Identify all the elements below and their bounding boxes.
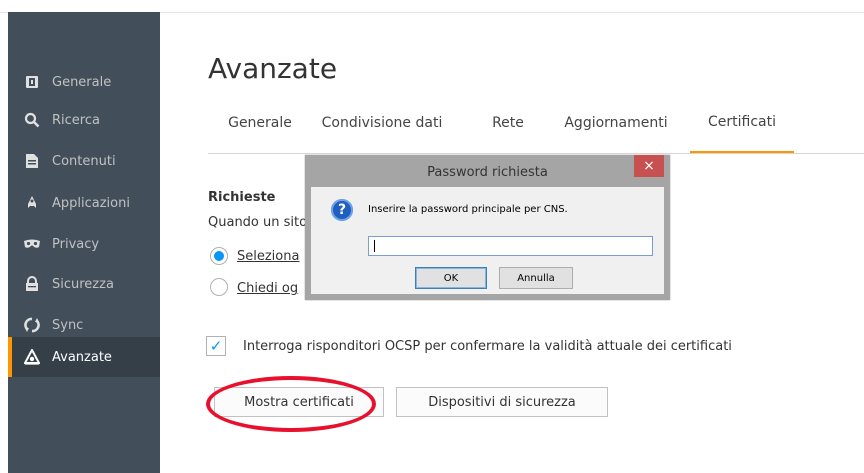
- sidebar-item-advanced[interactable]: Avanzate: [8, 337, 160, 377]
- text-caret: [374, 240, 375, 252]
- tab-divider: [208, 153, 864, 154]
- tab-label: Rete: [492, 115, 524, 131]
- security-devices-button[interactable]: Dispositivi di sicurezza: [396, 387, 608, 417]
- general-icon: [24, 74, 40, 90]
- tab-label: Condivisione dati: [321, 115, 443, 131]
- button-label: Mostra certificati: [244, 394, 354, 410]
- sync-icon: [24, 317, 40, 333]
- dialog-message: Inserire la password principale per CNS.: [368, 204, 568, 215]
- checkmark-icon: ✓: [209, 337, 223, 355]
- requests-description: Quando un sito: [208, 215, 308, 230]
- applications-icon: [24, 195, 40, 211]
- sidebar-item-label: Generale: [52, 74, 112, 90]
- tab-updates[interactable]: Aggiornamenti: [558, 92, 674, 154]
- radio-label[interactable]: Chiedi og: [237, 281, 298, 296]
- sidebar-item-content[interactable]: Contenuti: [8, 141, 160, 181]
- radio-ask-every-time[interactable]: [210, 278, 228, 296]
- sidebar-item-label: Applicazioni: [52, 195, 130, 211]
- radio-select-automatically[interactable]: [210, 247, 228, 265]
- dialog-title: Password richiesta: [427, 165, 548, 180]
- lock-icon: [24, 276, 40, 292]
- ocsp-checkbox[interactable]: ✓: [206, 336, 226, 356]
- sidebar-item-applications[interactable]: Applicazioni: [8, 183, 160, 223]
- privacy-mask-icon: [24, 236, 40, 252]
- sidebar-item-general[interactable]: Generale: [8, 62, 160, 102]
- dialog-body: ? Inserire la password principale per CN…: [311, 187, 664, 294]
- advanced-icon: [24, 349, 40, 365]
- question-icon: ?: [331, 199, 353, 221]
- ok-button[interactable]: OK: [415, 267, 487, 289]
- content-icon: [24, 153, 40, 169]
- dialog-close-button[interactable]: ×: [634, 155, 664, 177]
- button-label: Annulla: [517, 272, 555, 284]
- sidebar-item-search[interactable]: Ricerca: [8, 100, 160, 140]
- radio-label[interactable]: Seleziona: [237, 249, 299, 264]
- sidebar-item-security[interactable]: Sicurezza: [8, 264, 160, 304]
- tab-general[interactable]: Generale: [220, 92, 300, 154]
- tab-label: Aggiornamenti: [564, 115, 668, 131]
- cancel-button[interactable]: Annulla: [499, 267, 573, 289]
- sidebar-item-label: Ricerca: [52, 112, 100, 128]
- sidebar-item-label: Avanzate: [52, 349, 112, 365]
- show-certificates-button[interactable]: Mostra certificati: [214, 387, 384, 417]
- close-icon: ×: [643, 158, 655, 174]
- sidebar-item-privacy[interactable]: Privacy: [8, 224, 160, 264]
- tab-label: Generale: [228, 115, 292, 131]
- sidebar-item-label: Contenuti: [52, 153, 116, 169]
- requests-heading: Richieste: [208, 190, 276, 205]
- sidebar: Generale Ricerca Contenuti Applicazioni …: [8, 12, 160, 473]
- ocsp-label: Interroga risponditori OCSP per conferma…: [243, 339, 732, 354]
- tab-certificates[interactable]: Certificati: [690, 92, 794, 154]
- password-input[interactable]: [368, 236, 653, 256]
- tab-data-sharing[interactable]: Condivisione dati: [316, 92, 448, 154]
- sidebar-item-label: Sicurezza: [52, 276, 114, 292]
- sidebar-item-label: Privacy: [52, 236, 100, 252]
- tab-bar: Generale Condivisione dati Rete Aggiorna…: [208, 92, 864, 154]
- tab-network[interactable]: Rete: [478, 92, 538, 154]
- sidebar-item-label: Sync: [52, 317, 84, 333]
- password-dialog: Password richiesta × ? Inserire la passw…: [305, 155, 670, 300]
- dialog-titlebar[interactable]: Password richiesta ×: [311, 155, 664, 187]
- tab-label: Certificati: [708, 113, 776, 130]
- page-title: Avanzate: [208, 52, 338, 85]
- button-label: Dispositivi di sicurezza: [428, 394, 576, 410]
- button-label: OK: [443, 272, 459, 284]
- search-icon: [24, 112, 40, 128]
